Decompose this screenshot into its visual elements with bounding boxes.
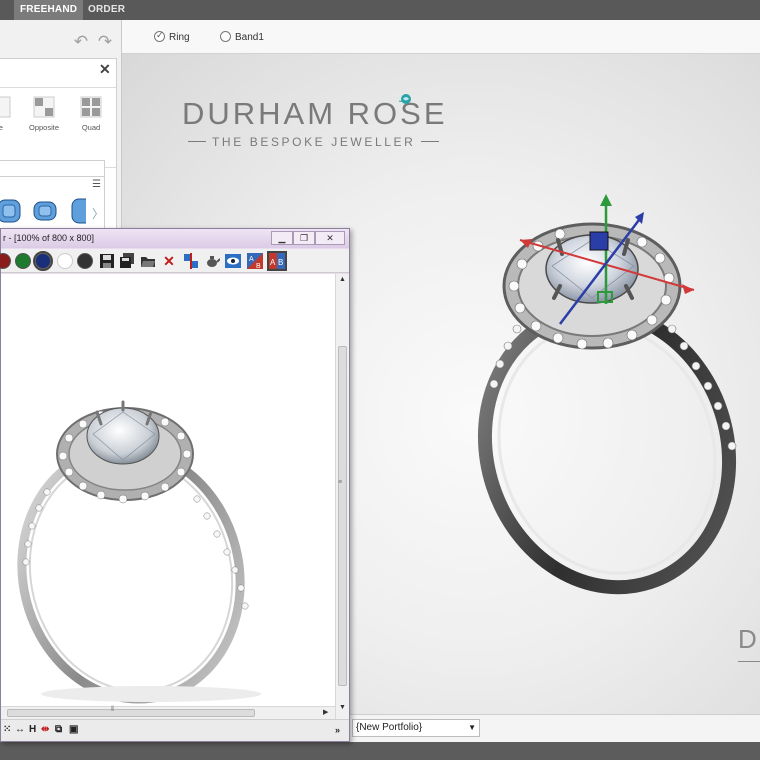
svg-text:B: B [278,258,283,267]
portfolio-select[interactable]: {New Portfolio} ▼ [352,719,480,737]
view-options-bar: Ring Band1 [122,20,760,54]
red-arrows-icon[interactable]: ⇹ [41,724,49,736]
teapot-icon[interactable] [204,253,221,269]
top-tab-bar: FREEHAND ORDER [0,0,760,20]
symmetry-quad-label: Quad [81,123,101,132]
delete-icon[interactable]: ✕ [161,253,177,269]
vertical-scrollbar[interactable]: ▲ ≡ ▼ [335,274,349,719]
color-swatch-red[interactable] [0,253,11,269]
save-all-icon[interactable] [119,253,135,269]
cushion-gem-icon[interactable] [0,197,22,225]
close-button[interactable]: ✕ [315,231,345,245]
save-icon[interactable] [99,253,115,269]
symmetry-opposite-label: Opposite [28,123,60,132]
divider [0,87,116,88]
symmetry-single-label: le [0,123,3,132]
image-viewer-window: r - [100% of 800 x 800] ▁ ❐ ✕ ✕ AB AB ▲ … [0,228,350,742]
minimize-button[interactable]: ▁ [271,231,293,245]
width-arrows-icon[interactable]: ↔ [15,724,25,736]
radio-band1-label: Band1 [235,32,264,43]
status-strip [0,742,760,760]
viewer-canvas[interactable] [1,274,335,706]
chevron-down-icon: ▼ [468,723,476,732]
tab-order[interactable]: ORDER [88,0,125,20]
close-icon[interactable]: ✕ [99,61,111,78]
radio-checked-icon [154,29,165,42]
color-swatch-blue[interactable] [33,251,53,271]
scroll-right-icon[interactable]: ▶ [323,708,328,716]
preview-eye-icon[interactable] [225,253,241,269]
restore-button[interactable]: ❐ [293,231,315,245]
color-swatch-green[interactable] [15,253,31,269]
color-swatch-black[interactable] [77,253,93,269]
redo-icon[interactable]: ↷ [96,33,114,51]
svg-text:B: B [256,263,261,269]
undo-icon[interactable]: ↶ [72,33,90,51]
list-menu-icon[interactable]: ☰ [92,179,101,190]
svg-text:A: A [249,256,254,263]
radio-band1[interactable]: Band1 [220,31,264,45]
compare-icon[interactable] [183,253,199,269]
horizontal-grip-icon: ⦀ [111,706,115,713]
symmetry-single-icon [0,95,12,119]
symmetry-option-quad[interactable]: Quad [71,95,111,132]
symmetry-option-single[interactable]: le [0,95,20,132]
height-tool-button[interactable]: H [29,724,36,736]
tab-edge[interactable] [0,0,12,20]
symmetry-opposite-icon [32,95,56,119]
open-folder-icon[interactable] [140,253,156,269]
viewer-toolbar: ✕ AB AB [0,249,349,273]
collapse-icon[interactable]: » [335,724,340,736]
ring-render-image [17,400,261,704]
symmetry-quad-icon [79,95,103,119]
vertical-scroll-thumb[interactable] [338,346,347,686]
horizontal-scrollbar[interactable]: ⦀ ▶ [1,706,335,719]
oval-cushion-gem-icon[interactable] [32,197,58,225]
vertical-grip-icon: ≡ [338,479,343,486]
portfolio-value: {New Portfolio} [356,722,423,733]
scroll-down-icon[interactable]: ▼ [339,704,346,711]
radio-ring-label: Ring [169,32,190,43]
horizontal-scroll-thumb[interactable] [7,709,255,717]
layers-icon[interactable]: ⧉ [55,724,62,736]
svg-text:A: A [270,258,276,267]
grid-icon[interactable]: ⁙ [3,724,11,736]
scroll-up-icon[interactable]: ▲ [339,276,346,283]
monitor-icon[interactable]: ▣ [69,724,78,736]
color-swatch-white[interactable] [57,253,73,269]
ab-compare-icon[interactable]: AB [267,251,287,271]
chevron-right-icon[interactable]: 〉 [92,205,104,222]
viewer-bottom-toolbar: ⁙ ↔ H ⇹ ⧉ ▣ » [1,719,349,741]
elongated-cushion-gem-icon[interactable] [70,197,86,225]
radio-ring[interactable]: Ring [154,29,190,45]
ab-export-icon[interactable]: AB [247,253,263,270]
symmetry-option-opposite[interactable]: Opposite [24,95,64,132]
radio-unchecked-icon [220,31,231,42]
tab-freehand[interactable]: FREEHAND [14,0,84,20]
